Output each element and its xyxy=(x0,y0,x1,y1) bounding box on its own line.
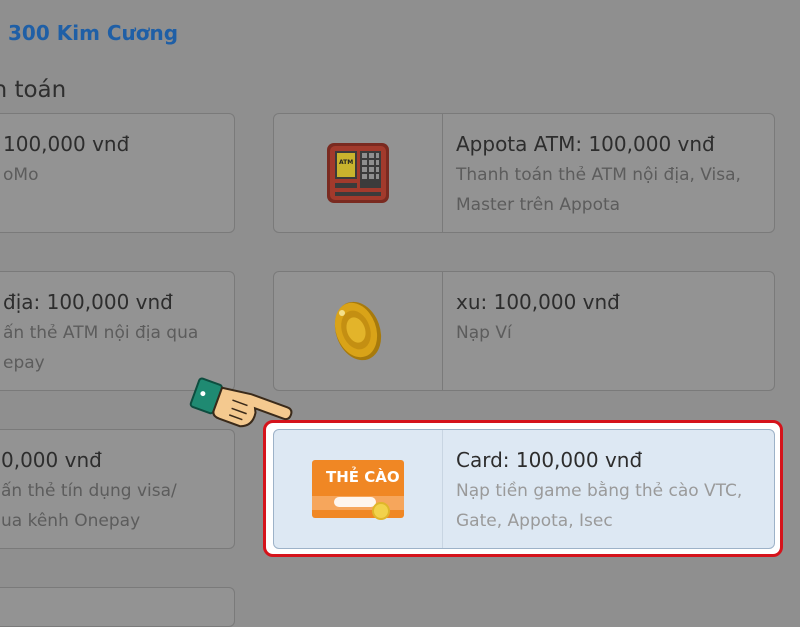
payment-option-xu[interactable]: xu: 100,000 vnđ Nạp Ví xyxy=(273,271,775,391)
option-description: ấn thẻ ATM nội địa qua xyxy=(3,323,199,343)
payment-option-momo[interactable]: 100,000 vnđ oMo xyxy=(0,113,235,233)
payment-option-partial[interactable] xyxy=(0,587,235,627)
package-title: 300 Kim Cương xyxy=(8,21,179,45)
option-description: ua kênh Onepay xyxy=(1,511,141,531)
option-description: oMo xyxy=(3,165,39,185)
option-amount: Card: 100,000 vnđ xyxy=(456,448,643,472)
payment-option-card[interactable]: THẺ CÀO Card: 100,000 vnđ Nạp tiền game … xyxy=(273,429,775,549)
coin-icon xyxy=(334,301,382,361)
option-amount: địa: 100,000 vnđ xyxy=(3,290,173,314)
payment-option-atm-onepay[interactable]: địa: 100,000 vnđ ấn thẻ ATM nội địa qua … xyxy=(0,271,235,391)
scratch-card-label: THẺ CÀO xyxy=(326,468,400,486)
scratch-card-icon: THẺ CÀO xyxy=(312,460,404,520)
option-description: Master trên Appota xyxy=(456,195,621,215)
option-description: ấn thẻ tín dụng visa/ xyxy=(1,481,177,501)
option-amount: Appota ATM: 100,000 vnđ xyxy=(456,132,715,156)
option-description: Thanh toán thẻ ATM nội địa, Visa, xyxy=(456,165,741,185)
option-amount: 100,000 vnđ xyxy=(3,132,130,156)
option-description: Nạp Ví xyxy=(456,323,512,343)
option-amount: xu: 100,000 vnđ xyxy=(456,290,620,314)
payment-option-appota-atm[interactable]: ATM Appota ATM: 100,000 vnđ Thanh toán t… xyxy=(273,113,775,233)
atm-icon: ATM xyxy=(327,143,389,203)
payment-section-title: nh toán xyxy=(0,77,67,103)
option-description: epay xyxy=(3,353,45,373)
pointing-hand-icon xyxy=(189,377,293,428)
option-description: Gate, Appota, Isec xyxy=(456,511,613,531)
svg-text:ATM: ATM xyxy=(339,159,353,166)
option-description: Nạp tiền game bằng thẻ cào VTC, xyxy=(456,481,743,501)
